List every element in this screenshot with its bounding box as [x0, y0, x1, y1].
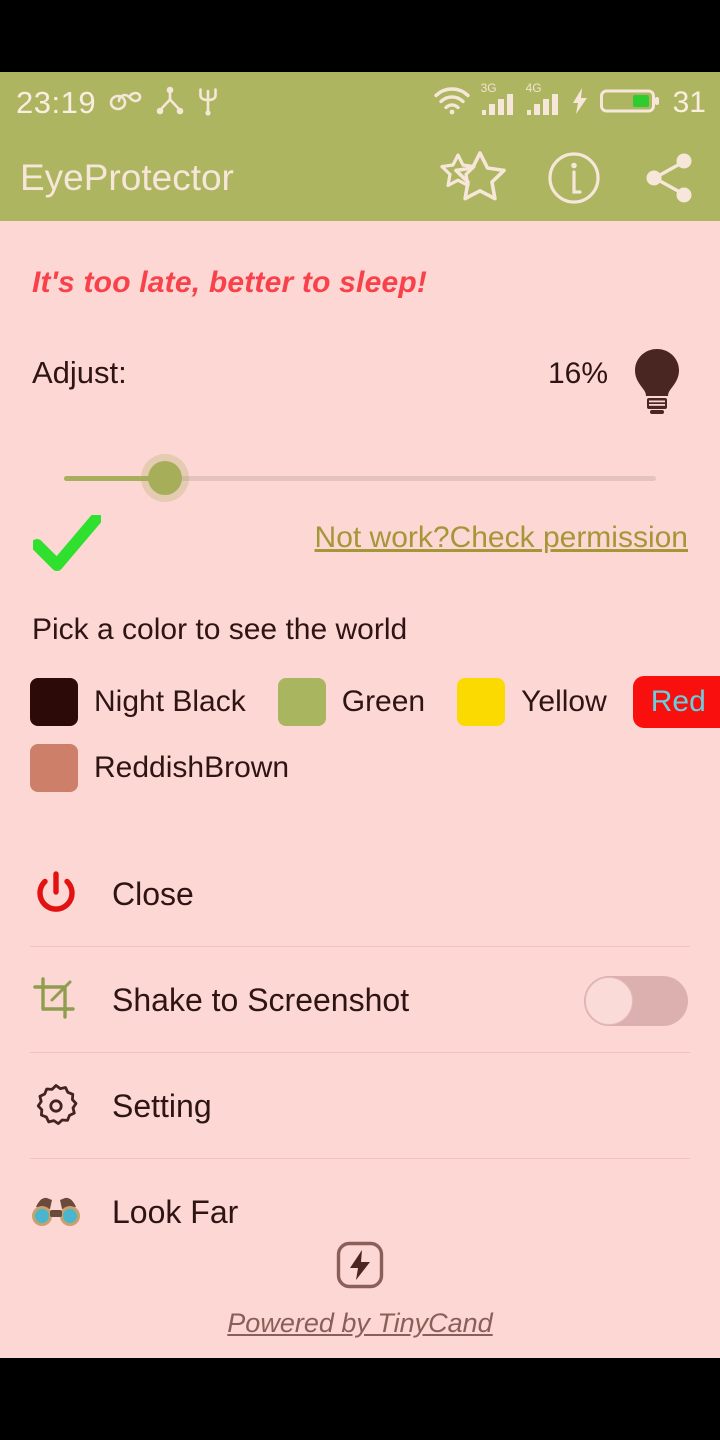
menu-label-shake-to-screenshot: Shake to Screenshot — [112, 981, 410, 1018]
network-share-icon — [156, 86, 184, 121]
binoculars-icon — [30, 1195, 82, 1229]
status-bar-right: 3G 4G 31 — [433, 72, 706, 134]
app-title: EyeProtector — [20, 157, 234, 198]
brightness-slider[interactable] — [64, 449, 656, 509]
signal-4g-icon: 4G — [526, 82, 560, 121]
sleep-warning-text: It's too late, better to sleep! — [32, 266, 428, 299]
menu-item-shake-to-screenshot[interactable]: Shake to Screenshot — [0, 947, 720, 1053]
info-icon[interactable] — [546, 150, 602, 206]
status-bar: 23:19 3G 4G 31 — [0, 72, 720, 134]
color-option-night-black[interactable]: Night Black — [30, 678, 246, 726]
status-clock: 23:19 — [16, 85, 97, 120]
screenshot-crop-icon — [30, 976, 82, 1024]
menu-item-close[interactable]: Close — [0, 841, 720, 947]
adjust-row: Adjust: 16% — [32, 347, 688, 417]
menu-item-setting[interactable]: Setting — [0, 1053, 720, 1159]
color-label-yellow: Yellow — [521, 685, 607, 718]
color-label-night-black: Night Black — [94, 685, 246, 718]
signal-3g-icon: 3G — [481, 82, 515, 121]
phone-screen: 23:19 3G 4G 31 EyeProtector It's too lat… — [0, 0, 720, 1440]
rate-stars-icon[interactable] — [434, 149, 506, 207]
check-permission-link[interactable]: Not work?Check permission — [315, 521, 688, 555]
battery-percent-label: 31 — [672, 86, 706, 119]
power-icon — [30, 870, 82, 918]
menu-label-close: Close — [112, 875, 194, 912]
usb-icon — [197, 86, 219, 121]
checkmark-icon[interactable] — [31, 513, 102, 578]
charging-bolt-icon — [571, 87, 589, 120]
gear-icon — [30, 1082, 82, 1130]
footer: Powered by TinyCand — [0, 1241, 720, 1339]
color-option-reddishbrown[interactable]: ReddishBrown — [30, 744, 289, 792]
main-content: It's too late, better to sleep! Adjust: … — [0, 221, 720, 1358]
share-icon[interactable] — [642, 150, 698, 206]
menu-label-look-far: Look Far — [112, 1193, 239, 1230]
color-chip-night-black — [30, 678, 78, 726]
status-bar-left: 23:19 — [16, 72, 219, 134]
letterbox-top — [0, 0, 720, 72]
color-chip-yellow — [457, 678, 506, 726]
signal-4g-label: 4G — [525, 80, 542, 95]
slider-thumb[interactable] — [148, 461, 182, 495]
menu-label-setting: Setting — [112, 1087, 212, 1124]
color-label-reddishbrown: ReddishBrown — [94, 751, 290, 784]
color-chip-reddishbrown — [30, 744, 78, 792]
color-option-red[interactable]: Red — [632, 676, 720, 728]
color-label-red: Red — [650, 685, 706, 718]
infinity-icon — [109, 89, 143, 118]
lightbulb-icon[interactable] — [626, 345, 688, 424]
signal-3g-label: 3G — [480, 80, 497, 95]
toolbar-actions — [434, 134, 698, 221]
color-option-green[interactable]: Green — [277, 678, 426, 726]
wifi-icon — [433, 86, 470, 120]
color-row-2: ReddishBrown — [0, 735, 720, 801]
battery-icon — [599, 86, 660, 121]
color-chip-green — [277, 678, 326, 726]
color-label-green: Green — [341, 685, 426, 718]
app-toolbar: EyeProtector — [0, 134, 720, 221]
color-swatch-list: Night Black Green Yellow Red ReddishBrow… — [0, 669, 720, 801]
adjust-label: Adjust: — [32, 355, 127, 390]
adjust-percent-value: 16% — [547, 357, 608, 390]
pick-color-title: Pick a color to see the world — [32, 613, 408, 646]
shake-to-screenshot-toggle[interactable] — [584, 976, 688, 1026]
color-row-1: Night Black Green Yellow Red — [0, 669, 720, 735]
color-option-yellow[interactable]: Yellow — [457, 678, 607, 726]
powered-by-link[interactable]: Powered by TinyCand — [227, 1308, 492, 1339]
letterbox-bottom — [0, 1358, 720, 1440]
settings-menu: Close Shake to Screenshot Setting Look F… — [0, 841, 720, 1265]
bolt-square-icon — [336, 1241, 384, 1294]
toggle-knob — [585, 977, 633, 1025]
